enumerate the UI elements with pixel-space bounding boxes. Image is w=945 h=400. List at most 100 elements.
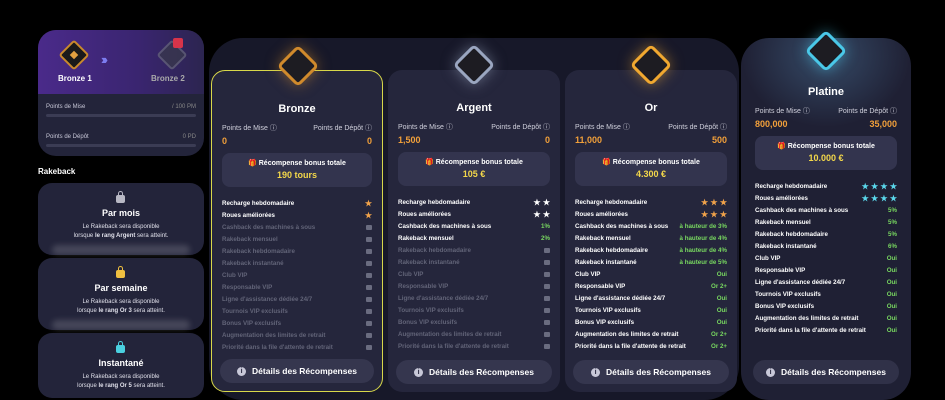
tier-card-argent: Argent Points de Mise ⓘ Points de Dépôt ⓘ 1… (388, 43, 560, 392)
points-values: 800,000 35,000 (755, 119, 897, 129)
rakeback-card-weekly: Par semaine Le Rakeback sera disponible … (38, 258, 204, 330)
feature-row: Rakeback instantané 6% (755, 240, 897, 252)
feature-label: Responsable VIP (575, 282, 626, 290)
info-icon: i (237, 366, 247, 376)
reward-details-button[interactable]: i Détails des Récompenses (220, 359, 374, 383)
bonus-box: 🎁 Récompense bonus totale 105 € (398, 152, 550, 186)
feature-row: Bonus VIP exclusifs (398, 316, 550, 328)
feature-value: 5% (888, 206, 897, 214)
feature-row: Rakeback hebdomadaire à hauteur de 4% (575, 244, 727, 256)
lock-icon (366, 320, 372, 326)
mise-progress-bar (46, 114, 196, 117)
tier-platine-badge-icon (804, 29, 848, 73)
feature-label: Augmentation des limites de retrait (398, 330, 502, 338)
feature-label: Rakeback mensuel (222, 235, 278, 243)
feature-label: Club VIP (575, 270, 601, 278)
feature-value: à hauteur de 4% (679, 246, 727, 254)
points-labels: Points de Mise ⓘ Points de Dépôt ⓘ (575, 122, 727, 132)
points-mise-label: Points de Mise ⓘ (575, 124, 630, 131)
points-depot-label: Points de Dépôt ⓘ (491, 124, 550, 131)
info-icon: i (414, 367, 424, 377)
blurred-content (52, 245, 190, 255)
lock-icon (544, 283, 550, 289)
lock-icon (366, 308, 372, 314)
bonus-box: 🎁 Récompense bonus totale 190 tours (222, 153, 372, 187)
points-depot-label: Points de Dépôt ⓘ (668, 124, 727, 131)
tier-name: Platine (807, 86, 845, 98)
lock-icon (366, 224, 372, 230)
points-values: 11,000 500 (575, 135, 727, 145)
rakeback-card-monthly: Par mois Le Rakeback sera disponible lor… (38, 183, 204, 255)
feature-row: Priorité dans la file d'attente de retra… (222, 341, 372, 353)
next-rank-name: Bronze 2 (151, 74, 185, 83)
points-depot-label: Points de Dépôt ⓘ (313, 125, 372, 132)
feature-label: Rakeback hebdomadaire (575, 246, 648, 254)
rewards-page: { "progress": { "current_rank": "Bronze … (0, 0, 945, 400)
feature-label: Club VIP (755, 254, 781, 262)
bonus-box: 🎁 Récompense bonus totale 4.300 € (575, 152, 727, 186)
points-labels: Points de Mise ⓘ Points de Dépôt ⓘ (398, 122, 550, 132)
reward-details-button[interactable]: i Détails des Récompenses (396, 360, 552, 384)
points-mise-value: 11,000 (575, 135, 603, 145)
feature-row: Cashback des machines à sous 5% (755, 204, 897, 216)
feature-label: Priorité dans la file d'attente de retra… (575, 342, 686, 350)
tier-name: Or (644, 102, 658, 114)
reward-details-button[interactable]: i Détails des Récompenses (573, 360, 729, 384)
feature-row: Ligne d'assistance dédiée 24/7 Oui (575, 292, 727, 304)
feature-label: Recharge hebdomadaire (398, 198, 471, 206)
points-depot-value: 500 (711, 135, 727, 145)
rakeback-card-title: Par semaine (94, 283, 148, 293)
feature-label: Cashback des machines à sous (398, 222, 492, 230)
points-labels: Points de Mise ⓘ Points de Dépôt ⓘ (222, 123, 372, 133)
feature-value: à hauteur de 4% (679, 234, 727, 242)
feature-label: Ligne d'assistance dédiée 24/7 (755, 278, 846, 286)
feature-label: Rakeback mensuel (575, 234, 631, 242)
feature-row: Priorité dans la file d'attente de retra… (755, 324, 897, 336)
rakeback-card-text: Le Rakeback sera disponible lorsque le r… (73, 224, 169, 239)
feature-row: Rakeback hebdomadaire (398, 244, 550, 256)
feature-label: Responsable VIP (398, 282, 449, 290)
depot-progress-bar (46, 144, 196, 147)
feature-row: Tournois VIP exclusifs Oui (755, 288, 897, 300)
feature-label: Bonus VIP exclusifs (222, 319, 282, 327)
points-mise-label: Points de Mise ⓘ (222, 125, 277, 132)
lock-icon (544, 307, 550, 313)
feature-row: Rakeback instantané à hauteur de 5% (575, 256, 727, 268)
feature-value: 5% (888, 230, 897, 238)
feature-row: Bonus VIP exclusifs Oui (575, 316, 727, 328)
feature-value: Oui (886, 290, 897, 298)
points-mise-label: Points de Mise ⓘ (398, 124, 453, 131)
bronze-1-badge-icon (58, 39, 90, 71)
feature-value: ★ ★ ★ ★ (861, 181, 897, 191)
feature-row: Club VIP Oui (575, 268, 727, 280)
feature-label: Club VIP (222, 271, 248, 279)
rakeback-title: Rakeback (38, 167, 76, 176)
feature-label: Club VIP (398, 270, 424, 278)
depot-progress-label: Points de Dépôt (46, 134, 89, 140)
feature-label: Rakeback instantané (222, 259, 284, 267)
info-icon: i (591, 367, 601, 377)
feature-row: Ligne d'assistance dédiée 24/7 (222, 293, 372, 305)
points-mise-label: Points de Mise ⓘ (755, 108, 810, 115)
feature-value: Oui (886, 314, 897, 322)
bonus-title: 🎁 Récompense bonus totale (602, 159, 700, 166)
feature-row: Roues améliorées ★ ★ ★ (575, 208, 727, 220)
feature-label: Rakeback mensuel (398, 234, 454, 242)
lock-icon (116, 341, 125, 353)
feature-value: Or 2+ (711, 342, 727, 350)
left-panel: ››› Bronze 1 Bronze 2 Points de Mise / 1… (38, 30, 204, 398)
feature-label: Rakeback hebdomadaire (222, 247, 295, 255)
feature-row: Augmentation des limites de retrait Or 2+ (575, 328, 727, 340)
chevrons-icon: ››› (101, 52, 108, 67)
feature-row: Recharge hebdomadaire ★ ★ ★ (575, 196, 727, 208)
lock-icon (366, 272, 372, 278)
lock-icon (544, 331, 550, 337)
feature-label: Tournois VIP exclusifs (755, 290, 821, 298)
lock-icon (544, 319, 550, 325)
reward-details-button[interactable]: i Détails des Récompenses (753, 360, 899, 384)
mise-progress-row: Points de Mise / 100 PM (46, 104, 196, 110)
feature-row: Recharge hebdomadaire ★ ★ (398, 196, 550, 208)
feature-row: Cashback des machines à sous (222, 221, 372, 233)
tier-card-or: Or Points de Mise ⓘ Points de Dépôt ⓘ 11,00… (565, 43, 737, 392)
reward-details-label: Détails des Récompenses (606, 367, 711, 377)
